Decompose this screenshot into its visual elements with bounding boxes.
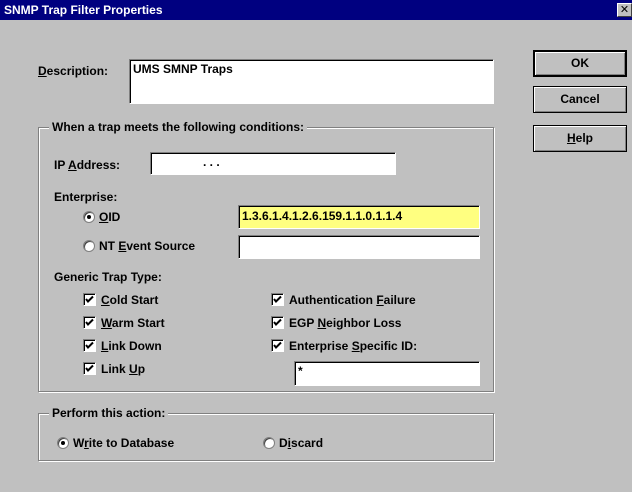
title-bar: SNMP Trap Filter Properties ✕ — [0, 0, 632, 20]
egp-neighbor-loss-label: EGP Neighbor Loss — [289, 316, 402, 330]
window-title: SNMP Trap Filter Properties — [4, 3, 163, 17]
description-label: Description: — [38, 64, 109, 78]
check-icon — [85, 295, 94, 303]
cancel-button[interactable]: Cancel — [533, 86, 627, 113]
conditions-group-title: When a trap meets the following conditio… — [49, 120, 308, 134]
enterprise-label: Enterprise: — [54, 190, 118, 204]
ip-address-label: IP Address: — [54, 158, 121, 172]
ok-button-label: OK — [571, 56, 589, 70]
cancel-button-label: Cancel — [560, 92, 600, 106]
check-icon — [273, 295, 282, 303]
discard-radio[interactable] — [263, 437, 275, 449]
oid-value: 1.3.6.1.4.1.2.6.159.1.1.0.1.1.4 — [242, 209, 403, 223]
action-group-title: Perform this action: — [49, 406, 169, 420]
check-icon — [85, 318, 94, 326]
authentication-failure-label: Authentication Failure — [289, 293, 416, 307]
help-button-label: Help — [566, 131, 593, 145]
check-icon — [273, 318, 282, 326]
check-icon — [85, 341, 94, 349]
link-down-checkbox[interactable] — [83, 339, 96, 352]
oid-label: OID — [99, 210, 121, 224]
ok-button[interactable]: OK — [533, 50, 627, 77]
enterprise-specific-id-value: * — [298, 364, 303, 378]
nt-event-source-field[interactable] — [238, 235, 480, 259]
nt-event-source-label: NT Event Source — [99, 239, 196, 253]
generic-trap-type-label: Generic Trap Type: — [54, 270, 162, 284]
check-icon — [85, 364, 94, 372]
warm-start-label: Warm Start — [101, 316, 165, 330]
ip-address-field[interactable]: . . . — [150, 152, 396, 175]
link-down-label: Link Down — [101, 339, 162, 353]
enterprise-specific-id-field[interactable]: * — [294, 361, 480, 386]
oid-field[interactable]: 1.3.6.1.4.1.2.6.159.1.1.0.1.1.4 — [238, 205, 480, 229]
close-icon: ✕ — [619, 3, 630, 16]
enterprise-specific-id-checkbox[interactable] — [271, 339, 284, 352]
authentication-failure-checkbox[interactable] — [271, 293, 284, 306]
cold-start-label: Cold Start — [101, 293, 159, 307]
egp-neighbor-loss-checkbox[interactable] — [271, 316, 284, 329]
description-field[interactable]: UMS SMNP Traps — [129, 59, 494, 104]
discard-label: Discard — [279, 436, 324, 450]
warm-start-checkbox[interactable] — [83, 316, 96, 329]
link-up-label: Link Up — [101, 362, 146, 376]
description-value: UMS SMNP Traps — [133, 62, 233, 76]
oid-radio-dot — [87, 215, 91, 219]
close-button[interactable]: ✕ — [617, 3, 632, 17]
help-button[interactable]: Help — [533, 125, 627, 152]
check-icon — [273, 341, 282, 349]
write-to-database-label: Write to Database — [73, 436, 175, 450]
enterprise-specific-id-label: Enterprise Specific ID: — [289, 339, 418, 353]
oid-radio[interactable] — [83, 211, 95, 223]
link-up-checkbox[interactable] — [83, 362, 96, 375]
cold-start-checkbox[interactable] — [83, 293, 96, 306]
ip-address-dots: . . . — [203, 155, 220, 169]
write-to-database-radio[interactable] — [57, 437, 69, 449]
nt-event-source-radio[interactable] — [83, 240, 95, 252]
write-radio-dot — [61, 441, 65, 445]
